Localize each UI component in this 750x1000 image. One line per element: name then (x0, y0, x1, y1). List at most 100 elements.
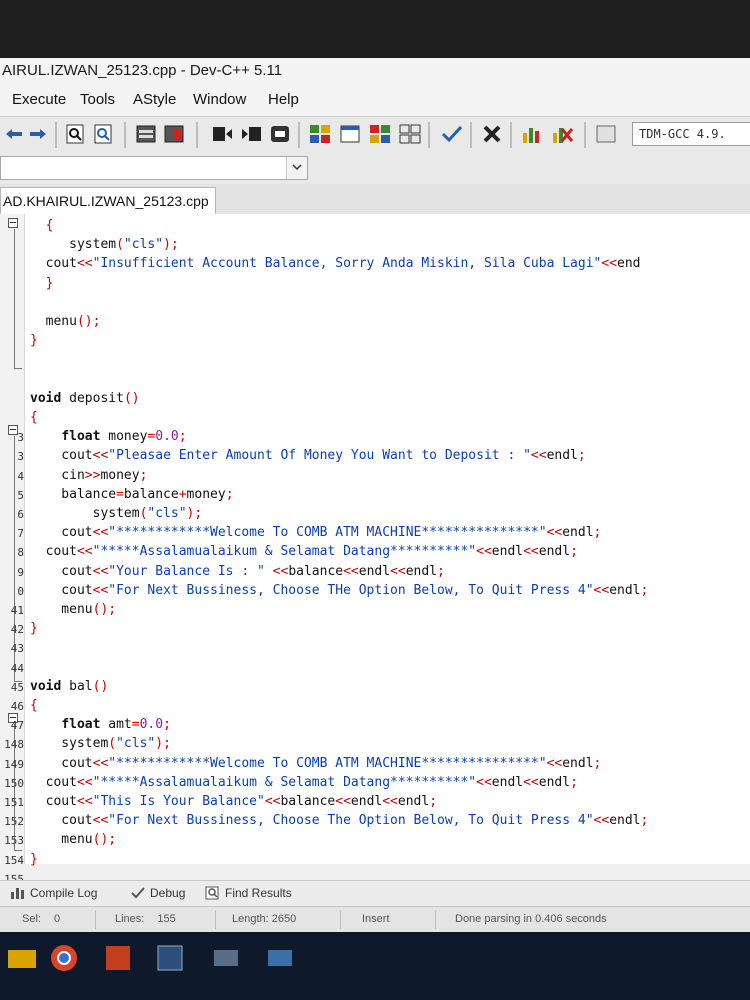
code-line[interactable]: { (30, 698, 38, 713)
code-line[interactable]: void deposit() (30, 391, 140, 406)
code-line[interactable]: cout<<"*****Assalamualaikum & Selamat Da… (30, 544, 578, 559)
compile-log-icon (11, 888, 24, 899)
bottom-panel-tabs: Compile Log Debug Find Results (0, 880, 750, 907)
stop-execution-icon[interactable] (480, 123, 504, 145)
line-number: 0 (17, 584, 24, 598)
code-line[interactable]: cout<<"For Next Bussiness, Choose The Op… (30, 813, 648, 828)
code-line[interactable]: cout<<"This Is Your Balance"<<balance<<e… (30, 794, 437, 809)
code-line[interactable]: cout<<"Your Balance Is : " <<balance<<en… (30, 564, 445, 579)
dev-cpp-window: AIRUL.IZWAN_25123.cpp - Dev-C++ 5.11 Exe… (0, 58, 750, 1000)
line-number: 148 (4, 738, 24, 752)
code-line[interactable]: float amt=0.0; (30, 717, 171, 732)
menu-help[interactable]: Help (268, 91, 299, 108)
status-separator (215, 911, 216, 929)
line-number: 43 (10, 642, 24, 656)
status-length-label: Length: (232, 913, 269, 925)
code-line[interactable]: system("cls"); (30, 506, 203, 521)
menu-execute[interactable]: Execute (12, 91, 66, 108)
tab-debug[interactable]: Debug (130, 886, 185, 900)
status-separator (95, 911, 96, 929)
tab-debug-label: Debug (150, 886, 186, 900)
status-length: Length: 2650 (232, 913, 296, 925)
code-line[interactable]: menu(); (30, 314, 101, 329)
status-separator (435, 911, 436, 929)
fold-toggle-icon[interactable] (8, 218, 18, 228)
run-icon[interactable] (338, 123, 362, 145)
file-explorer-icon[interactable] (4, 940, 40, 976)
toggle-comment-icon[interactable] (268, 123, 292, 145)
indent-icon[interactable] (210, 123, 234, 145)
code-line[interactable]: cout<<"************Welcome To COMB ATM M… (30, 525, 601, 540)
menu-bar: Execute Tools AStyle Window Help (0, 86, 750, 116)
code-line[interactable]: } (30, 333, 38, 348)
tab-find-results[interactable]: Find Results (205, 886, 292, 900)
powerpoint-icon[interactable] (100, 940, 136, 976)
status-insert-mode: Insert (362, 913, 390, 925)
compiler-options-icon[interactable] (594, 123, 618, 145)
code-editor[interactable]: { system("cls"); cout<<"Insufficient Acc… (0, 214, 750, 886)
code-line[interactable]: } (30, 621, 38, 636)
line-number: 152 (4, 815, 24, 829)
code-line[interactable]: menu(); (30, 832, 116, 847)
redo-icon[interactable] (26, 123, 50, 145)
tab-source-file[interactable]: AD.KHAIRUL.IZWAN_25123.cpp (0, 187, 216, 214)
find-results-icon (205, 886, 219, 900)
compile-icon[interactable] (308, 123, 332, 145)
fold-line (14, 229, 15, 369)
delete-profile-icon[interactable] (550, 123, 574, 145)
code-line[interactable]: { (30, 218, 54, 233)
app-taskbar-icon-2[interactable] (262, 940, 298, 976)
replace-icon[interactable] (92, 123, 116, 145)
app-taskbar-icon[interactable] (208, 940, 244, 976)
syntax-check-icon[interactable] (440, 123, 464, 145)
close-window-icon[interactable] (162, 123, 186, 145)
menu-window[interactable]: Window (193, 91, 246, 108)
menu-astyle[interactable]: AStyle (133, 91, 176, 108)
line-number: 5 (17, 488, 24, 502)
chrome-icon[interactable] (46, 940, 82, 976)
status-separator (340, 911, 341, 929)
code-line[interactable]: cout<<"*****Assalamualaikum & Selamat Da… (30, 775, 578, 790)
dev-cpp-taskbar-icon[interactable] (152, 940, 188, 976)
editor-tabs: AD.KHAIRUL.IZWAN_25123.cpp (0, 184, 750, 215)
toolbar-separator (470, 122, 472, 148)
menu-tools[interactable]: Tools (80, 91, 115, 108)
code-line[interactable]: system("cls"); (30, 237, 179, 252)
code-line[interactable]: cout<<"For Next Bussiness, Choose THe Op… (30, 583, 648, 598)
monitor-bezel (0, 0, 750, 58)
new-window-icon[interactable] (134, 123, 158, 145)
toolbar-separator (124, 122, 126, 148)
line-number: 4 (17, 469, 24, 483)
code-line[interactable]: void bal() (30, 679, 108, 694)
code-line[interactable]: balance=balance+money; (30, 487, 233, 502)
line-number: 151 (4, 796, 24, 809)
code-line[interactable]: } (30, 276, 54, 291)
find-icon[interactable] (64, 123, 88, 145)
window-title: AIRUL.IZWAN_25123.cpp - Dev-C++ 5.11 (2, 62, 283, 79)
function-dropdown[interactable] (0, 156, 308, 180)
chevron-down-icon[interactable] (286, 157, 307, 179)
unindent-icon[interactable] (240, 123, 264, 145)
status-message: Done parsing in 0.406 seconds (455, 913, 607, 925)
code-line[interactable]: { (30, 410, 38, 425)
code-line[interactable]: cout<<"Insufficient Account Balance, Sor… (30, 256, 641, 271)
toolbar-separator (196, 122, 198, 148)
code-line[interactable]: cout<<"************Welcome To COMB ATM M… (30, 756, 601, 771)
tab-compile-log-label: Compile Log (30, 886, 98, 900)
status-sel-label: Sel: (22, 913, 41, 925)
fold-end-marker (14, 850, 22, 851)
code-line[interactable]: menu(); (30, 602, 116, 617)
line-number: 150 (4, 776, 24, 790)
compile-run-icon[interactable] (368, 123, 392, 145)
profile-chart-icon[interactable] (520, 123, 544, 145)
code-line[interactable]: cin>>money; (30, 468, 147, 483)
tab-compile-log[interactable]: Compile Log (10, 886, 97, 900)
code-line[interactable]: cout<<"Pleasae Enter Amount Of Money You… (30, 448, 585, 463)
rebuild-icon[interactable] (398, 123, 422, 145)
undo-icon[interactable] (2, 123, 26, 145)
main-toolbar: TDM-GCC 4.9. (0, 116, 750, 154)
code-line[interactable]: } (30, 852, 38, 867)
code-line[interactable]: float money=0.0; (30, 429, 186, 444)
compiler-select[interactable]: TDM-GCC 4.9. (632, 122, 750, 146)
code-line[interactable]: system("cls"); (30, 736, 171, 751)
